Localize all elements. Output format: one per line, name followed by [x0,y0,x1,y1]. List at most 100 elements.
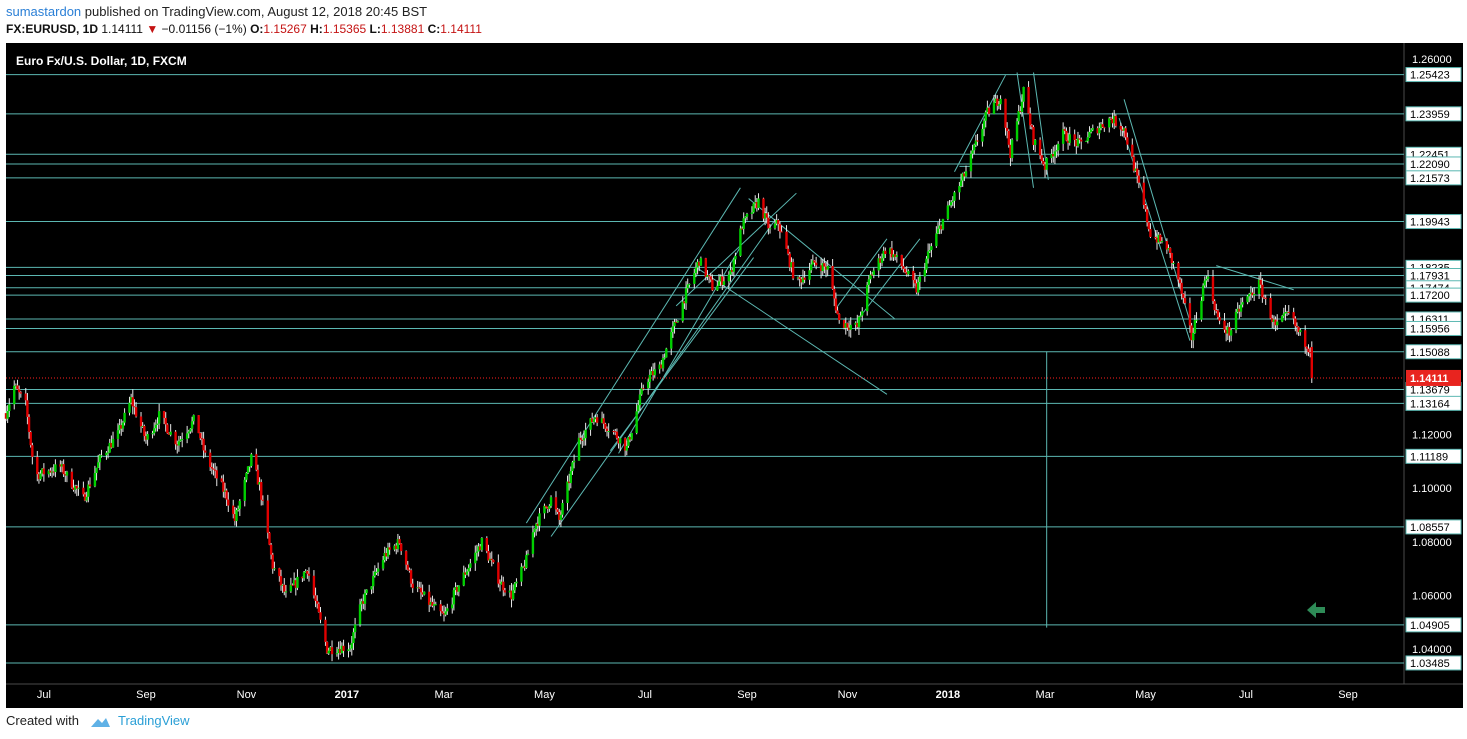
candle-body [833,289,836,299]
candle-body [243,479,246,501]
candle-body [335,653,339,655]
candle-body [17,389,21,393]
candle-body [1287,311,1290,313]
candle-body [1213,301,1216,311]
candle-body [997,104,1001,106]
candle-body [376,568,380,572]
candle-body [1177,262,1180,280]
time-tick-label: 2017 [335,689,359,701]
candle-body [903,268,907,273]
candle-body [1040,155,1043,161]
candle-body [134,407,138,417]
candle-body [1029,113,1032,126]
candle-body [1045,158,1048,170]
candle-body [709,276,712,280]
candle-body [372,575,375,587]
candle-body [1015,121,1019,140]
candle-body [707,275,711,277]
candle-body [676,321,680,323]
candle-body [663,357,666,359]
candle-body [846,323,849,328]
candle-body [1126,137,1129,145]
candle-body [739,228,742,256]
candle-body [992,102,996,114]
candle-body [1084,140,1088,142]
candle-body [399,543,403,552]
candle-body [1149,229,1152,237]
candle-body [1299,330,1302,333]
candle-body [388,547,391,550]
candle-body [803,277,806,280]
candle-body [123,412,126,423]
price-chart[interactable]: 1.254231.239591.224511.220901.215731.199… [0,0,1467,739]
candle-body [1114,115,1118,126]
level-label: 1.19943 [1410,217,1450,229]
candle-body [722,281,726,285]
candle-body [880,258,884,263]
plot-background[interactable] [6,43,1404,684]
level-label: 1.23959 [1410,109,1450,121]
candle-body [404,551,408,565]
candle-body [935,233,938,247]
candle-body [190,421,194,429]
time-tick-label: Sep [737,689,757,701]
candle-body [786,248,790,254]
candle-body [959,180,963,187]
candle-body [1170,252,1174,264]
candle-body [139,416,143,427]
candle-body [85,496,88,501]
candle-body [857,316,861,328]
candle-body [490,558,493,561]
candle-body [694,267,698,274]
candle-body [1142,182,1146,206]
candle-body [1017,111,1020,122]
candle-body [1292,312,1295,319]
tradingview-link[interactable]: TradingView [118,713,190,728]
candle-body [838,313,841,321]
candle-body [1178,279,1182,283]
time-tick-label: May [534,689,555,701]
price-tick-label: 1.06000 [1412,590,1452,602]
candle-body [907,270,910,275]
candle-body [1144,205,1147,210]
candle-body [602,418,605,424]
time-tick-label: Mar [1036,689,1055,701]
candle-body [1020,101,1024,112]
candle-body [434,604,437,606]
candle-body [971,150,974,154]
candle-body [474,552,477,564]
candle-body [1234,311,1238,331]
candle-body [653,369,656,376]
candle-body [625,445,628,451]
candle-body [561,503,564,515]
candle-body [949,202,953,206]
candle-body [350,643,353,649]
candle-body [1192,332,1195,341]
candle-body [665,348,668,358]
candle-body [615,431,619,439]
candle-body [210,467,214,469]
candle-body [177,441,181,446]
candle-body [1252,293,1256,296]
candle-body [204,450,207,453]
candle-body [192,415,195,422]
candle-body [1057,143,1060,151]
candle-body [238,500,242,509]
candle-body [475,551,479,553]
candle-body [744,216,747,219]
level-label: 1.21573 [1410,173,1450,185]
level-label: 1.15088 [1410,347,1450,359]
candle-body [232,505,235,515]
candle-body [902,266,905,269]
candle-body [398,539,401,544]
candle-body [261,499,265,501]
price-axis-background[interactable] [1404,43,1463,684]
candle-body [307,573,311,576]
level-label: 1.15956 [1410,323,1450,335]
candle-body [227,499,230,506]
candle-body [544,505,548,508]
candle-body [569,471,572,484]
candle-body [693,273,696,284]
candle-body [584,429,587,439]
candle-body [1137,175,1141,183]
